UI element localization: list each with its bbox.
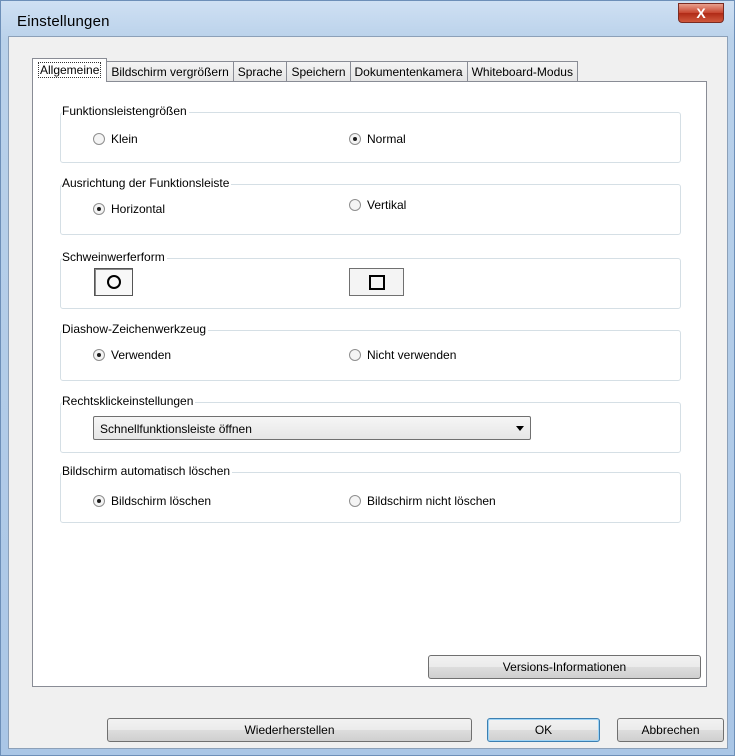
radio-vertikal[interactable]: Vertikal [349, 198, 406, 212]
group-legend: Diashow-Zeichenwerkzeug [62, 322, 209, 336]
window-title: Einstellungen [17, 13, 110, 30]
radio-button-checked[interactable] [349, 133, 361, 145]
tab-strip: Allgemeine Bildschirm vergrößern Sprache… [32, 58, 578, 82]
close-icon: X [696, 5, 706, 21]
dropdown-value: Schnellfunktionsleiste öffnen [100, 422, 252, 436]
group-legend: Schweinwerferform [62, 250, 167, 264]
radio-label: Horizontal [111, 202, 166, 216]
radio-button[interactable] [349, 199, 361, 211]
cancel-button[interactable]: Abbrechen [617, 718, 724, 742]
radio-klein[interactable]: Klein [93, 132, 138, 146]
tab-speichern[interactable]: Speichern [286, 61, 351, 82]
tab-whiteboard-modus[interactable]: Whiteboard-Modus [466, 61, 578, 82]
circle-icon [106, 275, 121, 289]
radio-button[interactable] [349, 495, 361, 507]
right-click-dropdown[interactable]: Schnellfunktionsleiste öffnen [93, 416, 531, 440]
tab-label: Allgemeine [38, 62, 102, 78]
radio-bildschirm-loeschen[interactable]: Bildschirm löschen [93, 494, 211, 508]
radio-label: Bildschirm nicht löschen [367, 494, 496, 508]
tab-allgemeine[interactable]: Allgemeine [32, 58, 108, 82]
tab-panel-allgemeine [32, 81, 707, 687]
chevron-down-icon [516, 426, 524, 431]
radio-button-checked[interactable] [93, 495, 105, 507]
radio-label: Verwenden [111, 348, 172, 362]
close-button[interactable]: X [678, 3, 724, 23]
tab-dokumentenkamera[interactable]: Dokumentenkamera [349, 61, 468, 82]
radio-label: Normal [367, 132, 406, 146]
radio-label: Vertikal [367, 198, 407, 212]
radio-bildschirm-nicht-loeschen[interactable]: Bildschirm nicht löschen [349, 494, 496, 508]
radio-label: Nicht verwenden [367, 348, 457, 362]
radio-button[interactable] [93, 133, 105, 145]
spotlight-circle-button[interactable] [94, 268, 133, 296]
radio-button[interactable] [349, 349, 361, 361]
radio-button-checked[interactable] [93, 349, 105, 361]
version-info-button[interactable]: Versions-Informationen [428, 655, 701, 679]
radio-nicht-verwenden[interactable]: Nicht verwenden [349, 348, 456, 362]
tab-sprache[interactable]: Sprache [232, 61, 288, 82]
spotlight-square-button[interactable] [349, 268, 404, 296]
radio-label: Klein [111, 132, 138, 146]
tab-bildschirm-vergroessern[interactable]: Bildschirm vergrößern [106, 61, 234, 82]
square-icon [368, 274, 385, 290]
radio-verwenden[interactable]: Verwenden [93, 348, 171, 362]
radio-horizontal[interactable]: Horizontal [93, 202, 165, 216]
radio-label: Bildschirm löschen [111, 494, 212, 508]
restore-button[interactable]: Wiederherstellen [107, 718, 472, 742]
group-legend: Bildschirm automatisch löschen [62, 464, 233, 478]
group-legend: Ausrichtung der Funktionsleiste [62, 176, 232, 190]
group-legend: Funktionsleistengrößen [62, 104, 189, 118]
radio-normal[interactable]: Normal [349, 132, 406, 146]
group-legend: Rechtsklickeinstellungen [62, 394, 196, 408]
radio-button-checked[interactable] [93, 203, 105, 215]
ok-button[interactable]: OK [487, 718, 600, 742]
